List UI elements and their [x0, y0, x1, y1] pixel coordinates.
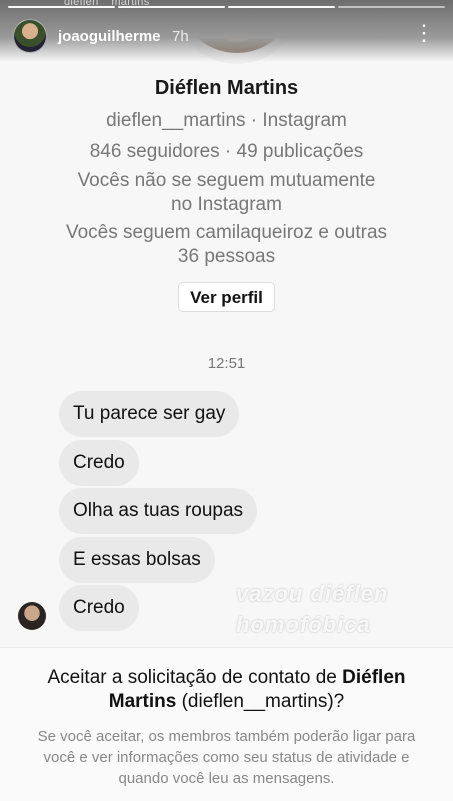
- peek-text: dieflen__martins: [64, 0, 150, 8]
- profile-handle: dieflen__martins · Instagram: [106, 110, 347, 131]
- message-bubble[interactable]: Credo: [59, 585, 139, 631]
- message-bubble[interactable]: Tu parece ser gay: [59, 391, 240, 437]
- profile-name: Diéflen Martins: [154, 77, 299, 99]
- sender-avatar: [18, 602, 46, 630]
- story-time: 7h: [172, 28, 189, 45]
- progress-segment: [338, 6, 445, 8]
- follow-info-line2: 36 pessoas: [177, 246, 276, 267]
- message-timestamp: 12:51: [207, 355, 246, 372]
- mutual-info-line2: no Instagram: [171, 194, 282, 215]
- watermark-line2: homofóbica: [236, 612, 371, 637]
- watermark-line1: vazou diéflen: [236, 581, 389, 606]
- message-bubble[interactable]: E essas bolsas: [59, 537, 215, 583]
- request-title-prefix: Aceitar a solicitação de contato de: [47, 667, 343, 688]
- watermark-text: vazou diéflen homofóbica: [236, 578, 388, 640]
- request-title-suffix: (dieflen__martins)?: [176, 691, 345, 712]
- profile-stats: 846 seguidores · 49 publicações: [89, 141, 364, 162]
- request-title: Aceitar a solicitação de contato de Diéf…: [22, 666, 431, 714]
- story-header: dieflen__martins joaoguilherme 7h ⋮: [0, 0, 453, 62]
- message-request-panel: Aceitar a solicitação de contato de Diéf…: [0, 647, 453, 801]
- more-vertical-icon[interactable]: ⋮: [413, 22, 435, 44]
- story-frame: dieflen__martins joaoguilherme 7h ⋮ Diéf…: [0, 0, 453, 801]
- story-author-avatar[interactable]: [13, 19, 47, 53]
- mutual-info-line1: Vocês não se seguem mutuamente: [77, 170, 376, 191]
- request-description: Se você aceitar, os membros também poder…: [37, 728, 416, 787]
- message-bubble[interactable]: Credo: [59, 440, 139, 486]
- story-author-username[interactable]: joaoguilherme: [58, 28, 161, 45]
- progress-segment: [228, 6, 335, 8]
- view-profile-button[interactable]: Ver perfil: [178, 282, 275, 312]
- follow-info-line1: Vocês seguem camilaqueiroz e outras: [65, 222, 388, 243]
- message-bubble[interactable]: Olha as tuas roupas: [59, 488, 258, 534]
